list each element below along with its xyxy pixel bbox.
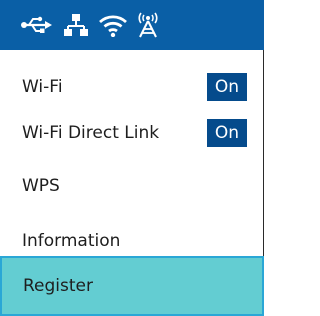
- menu-item-register[interactable]: Register: [0, 256, 264, 316]
- printer-panel-screen: Wi-Fi On Wi-Fi Direct Link On WPS Inform…: [0, 0, 265, 316]
- menu-item-label: Register: [23, 275, 93, 296]
- wifi-direct-toggle[interactable]: On: [207, 119, 247, 147]
- usb-icon: [20, 0, 52, 50]
- wifi-toggle[interactable]: On: [207, 73, 247, 101]
- menu-item-label: Information: [22, 230, 121, 251]
- menu-item-label: Wi-Fi: [22, 76, 63, 97]
- wifi-icon: [98, 0, 128, 50]
- status-bar: [0, 0, 264, 50]
- wifi-direct-icon: [137, 0, 159, 50]
- menu-item-label: WPS: [22, 175, 60, 196]
- menu-item-wifi-direct-link[interactable]: Wi-Fi Direct Link On: [0, 107, 264, 159]
- menu-item-wps[interactable]: WPS: [0, 160, 264, 212]
- menu-item-wifi[interactable]: Wi-Fi On: [0, 61, 264, 113]
- menu-item-label: Wi-Fi Direct Link: [22, 122, 160, 143]
- network-icon: [64, 0, 88, 50]
